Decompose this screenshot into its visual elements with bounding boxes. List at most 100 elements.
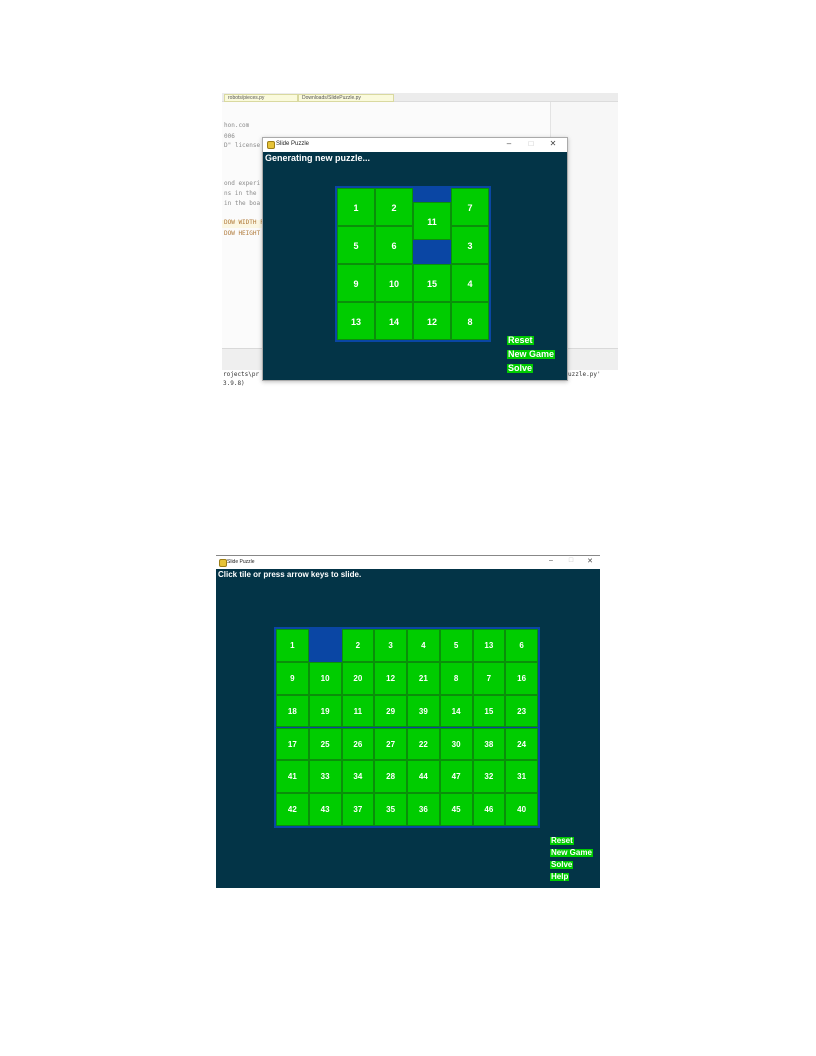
puzzle-tile[interactable]: 22 — [407, 727, 440, 761]
puzzle-tile[interactable]: 31 — [505, 760, 538, 794]
puzzle-tile[interactable]: 29 — [374, 694, 407, 728]
puzzle-tile[interactable]: 23 — [505, 694, 538, 728]
puzzle-tile[interactable]: 26 — [341, 727, 375, 761]
puzzle-tile[interactable]: 14 — [439, 694, 473, 728]
reset-button[interactable]: Reset — [507, 335, 534, 346]
puzzle-tile[interactable]: 13 — [472, 629, 506, 662]
game-canvas[interactable]: Generating new puzzle... 1 2 11 7 5 6 3 9 10 15 4 1… — [263, 152, 567, 380]
puzzle-tile[interactable]: 24 — [505, 727, 538, 761]
puzzle-tile[interactable]: 13 — [337, 302, 375, 340]
puzzle-tile[interactable]: 3 — [451, 226, 489, 264]
puzzle-tile[interactable]: 42 — [276, 793, 309, 826]
puzzle-tile[interactable]: 30 — [439, 727, 473, 761]
console-line: 3.9.8) — [223, 380, 245, 387]
puzzle-tile[interactable]: 21 — [407, 661, 440, 695]
puzzle-tile[interactable]: 39 — [407, 694, 440, 728]
puzzle-tile[interactable]: 2 — [341, 629, 375, 662]
status-message: Generating new puzzle... — [265, 153, 371, 163]
new-game-button[interactable]: New Game — [550, 848, 593, 858]
puzzle-tile[interactable]: 20 — [341, 661, 375, 695]
puzzle-tile[interactable]: 6 — [375, 226, 413, 264]
code-line: ond experi — [224, 180, 261, 187]
puzzle-tile[interactable]: 12 — [374, 661, 407, 695]
puzzle-tile[interactable]: 5 — [439, 629, 473, 662]
code-line: hon.com — [224, 122, 250, 129]
puzzle-tile[interactable]: 17 — [276, 727, 309, 761]
puzzle-board: 1 2 3 4 5 13 6 9 10 20 12 21 8 7 16 18 19 11 29 39 14 15 23 17 2… — [274, 627, 540, 828]
puzzle-tile[interactable]: 5 — [337, 226, 375, 264]
code-line: D" license — [224, 142, 261, 149]
puzzle-tile[interactable]: 44 — [407, 760, 440, 794]
puzzle-tile[interactable]: 4 — [451, 264, 489, 302]
puzzle-tile[interactable]: 32 — [472, 760, 506, 794]
puzzle-tile[interactable]: 41 — [276, 760, 309, 794]
editor-tab-active[interactable]: Downloads/SlidePuzzle.py — [298, 94, 394, 102]
puzzle-tile[interactable]: 45 — [439, 793, 473, 826]
puzzle-tile[interactable]: 10 — [308, 661, 342, 695]
puzzle-tile[interactable]: 46 — [472, 793, 506, 826]
puzzle-tile[interactable]: 6 — [505, 629, 538, 662]
puzzle-tile[interactable]: 1 — [337, 188, 375, 226]
solve-button[interactable]: Solve — [550, 860, 574, 870]
game-canvas[interactable]: Click tile or press arrow keys to slide.… — [216, 569, 600, 888]
puzzle-tile[interactable]: 3 — [374, 629, 407, 662]
puzzle-tile[interactable]: 8 — [451, 302, 489, 340]
puzzle-tile[interactable]: 16 — [505, 661, 538, 695]
puzzle-tile[interactable]: 7 — [472, 661, 506, 695]
reset-button[interactable]: Reset — [550, 836, 574, 846]
puzzle-tile[interactable]: 34 — [341, 760, 375, 794]
puzzle-tile[interactable]: 33 — [308, 760, 342, 794]
python-app-icon — [267, 141, 275, 149]
puzzle-tile[interactable]: 27 — [374, 727, 407, 761]
maximize-button[interactable]: □ — [524, 139, 538, 148]
puzzle-tile[interactable]: 15 — [472, 694, 506, 728]
puzzle-tile[interactable]: 11 — [413, 202, 451, 241]
new-game-button[interactable]: New Game — [507, 349, 556, 360]
slide-puzzle-window-small: Slide Puzzle – □ ✕ Generating new puzzle… — [262, 137, 568, 381]
code-line: in the boa — [224, 200, 261, 207]
puzzle-tile[interactable]: 8 — [439, 661, 473, 695]
puzzle-tile[interactable]: 25 — [308, 727, 342, 761]
puzzle-tile[interactable]: 36 — [407, 793, 440, 826]
python-app-icon — [219, 559, 227, 567]
help-button[interactable]: Help — [550, 872, 570, 882]
puzzle-tile[interactable]: 11 — [341, 694, 375, 728]
window-title: Slide Puzzle — [227, 559, 255, 565]
puzzle-tile[interactable]: 10 — [375, 264, 413, 302]
code-line: 006 — [224, 133, 235, 140]
console-line: rojects\pr — [223, 371, 260, 378]
puzzle-tile[interactable]: 15 — [413, 264, 451, 302]
puzzle-board: 1 2 11 7 5 6 3 9 10 15 4 13 14 12 8 — [335, 186, 491, 342]
puzzle-tile[interactable]: 4 — [407, 629, 440, 662]
puzzle-tile[interactable]: 28 — [374, 760, 407, 794]
puzzle-tile[interactable]: 14 — [375, 302, 413, 340]
minimize-button[interactable]: – — [502, 139, 516, 148]
solve-button[interactable]: Solve — [507, 363, 534, 374]
slide-puzzle-window-large: Slide Puzzle – □ ✕ Click tile or press a… — [216, 555, 600, 888]
puzzle-tile[interactable]: 9 — [337, 264, 375, 302]
window-title: Slide Puzzle — [276, 141, 310, 147]
title-bar[interactable]: Slide Puzzle – □ ✕ — [263, 138, 567, 152]
puzzle-tile[interactable]: 43 — [308, 793, 342, 826]
puzzle-tile[interactable]: 38 — [472, 727, 506, 761]
maximize-button[interactable]: □ — [565, 557, 577, 564]
puzzle-tile[interactable]: 19 — [308, 694, 342, 728]
puzzle-tile[interactable]: 35 — [374, 793, 407, 826]
puzzle-tile[interactable]: 7 — [451, 188, 489, 226]
puzzle-tile[interactable]: 40 — [505, 793, 538, 826]
puzzle-tile[interactable]: 1 — [276, 629, 309, 662]
close-button[interactable]: ✕ — [546, 139, 560, 148]
editor-tab[interactable]: robots/pieces.py — [224, 94, 298, 102]
close-button[interactable]: ✕ — [584, 557, 596, 565]
minimize-button[interactable]: – — [545, 557, 557, 564]
editor-tab-bar: robots/pieces.py Downloads/SlidePuzzle.p… — [222, 93, 618, 102]
puzzle-tile[interactable]: 9 — [276, 661, 309, 695]
puzzle-tile[interactable]: 18 — [276, 694, 309, 728]
puzzle-tile[interactable]: 47 — [439, 760, 473, 794]
puzzle-tile[interactable]: 37 — [341, 793, 375, 826]
code-line: DOW WIDTH F — [224, 219, 264, 226]
puzzle-tile[interactable]: 2 — [375, 188, 413, 226]
title-bar[interactable]: Slide Puzzle – □ ✕ — [216, 556, 600, 569]
code-line: DOW HEIGHT — [224, 230, 261, 237]
puzzle-tile[interactable]: 12 — [413, 302, 451, 340]
